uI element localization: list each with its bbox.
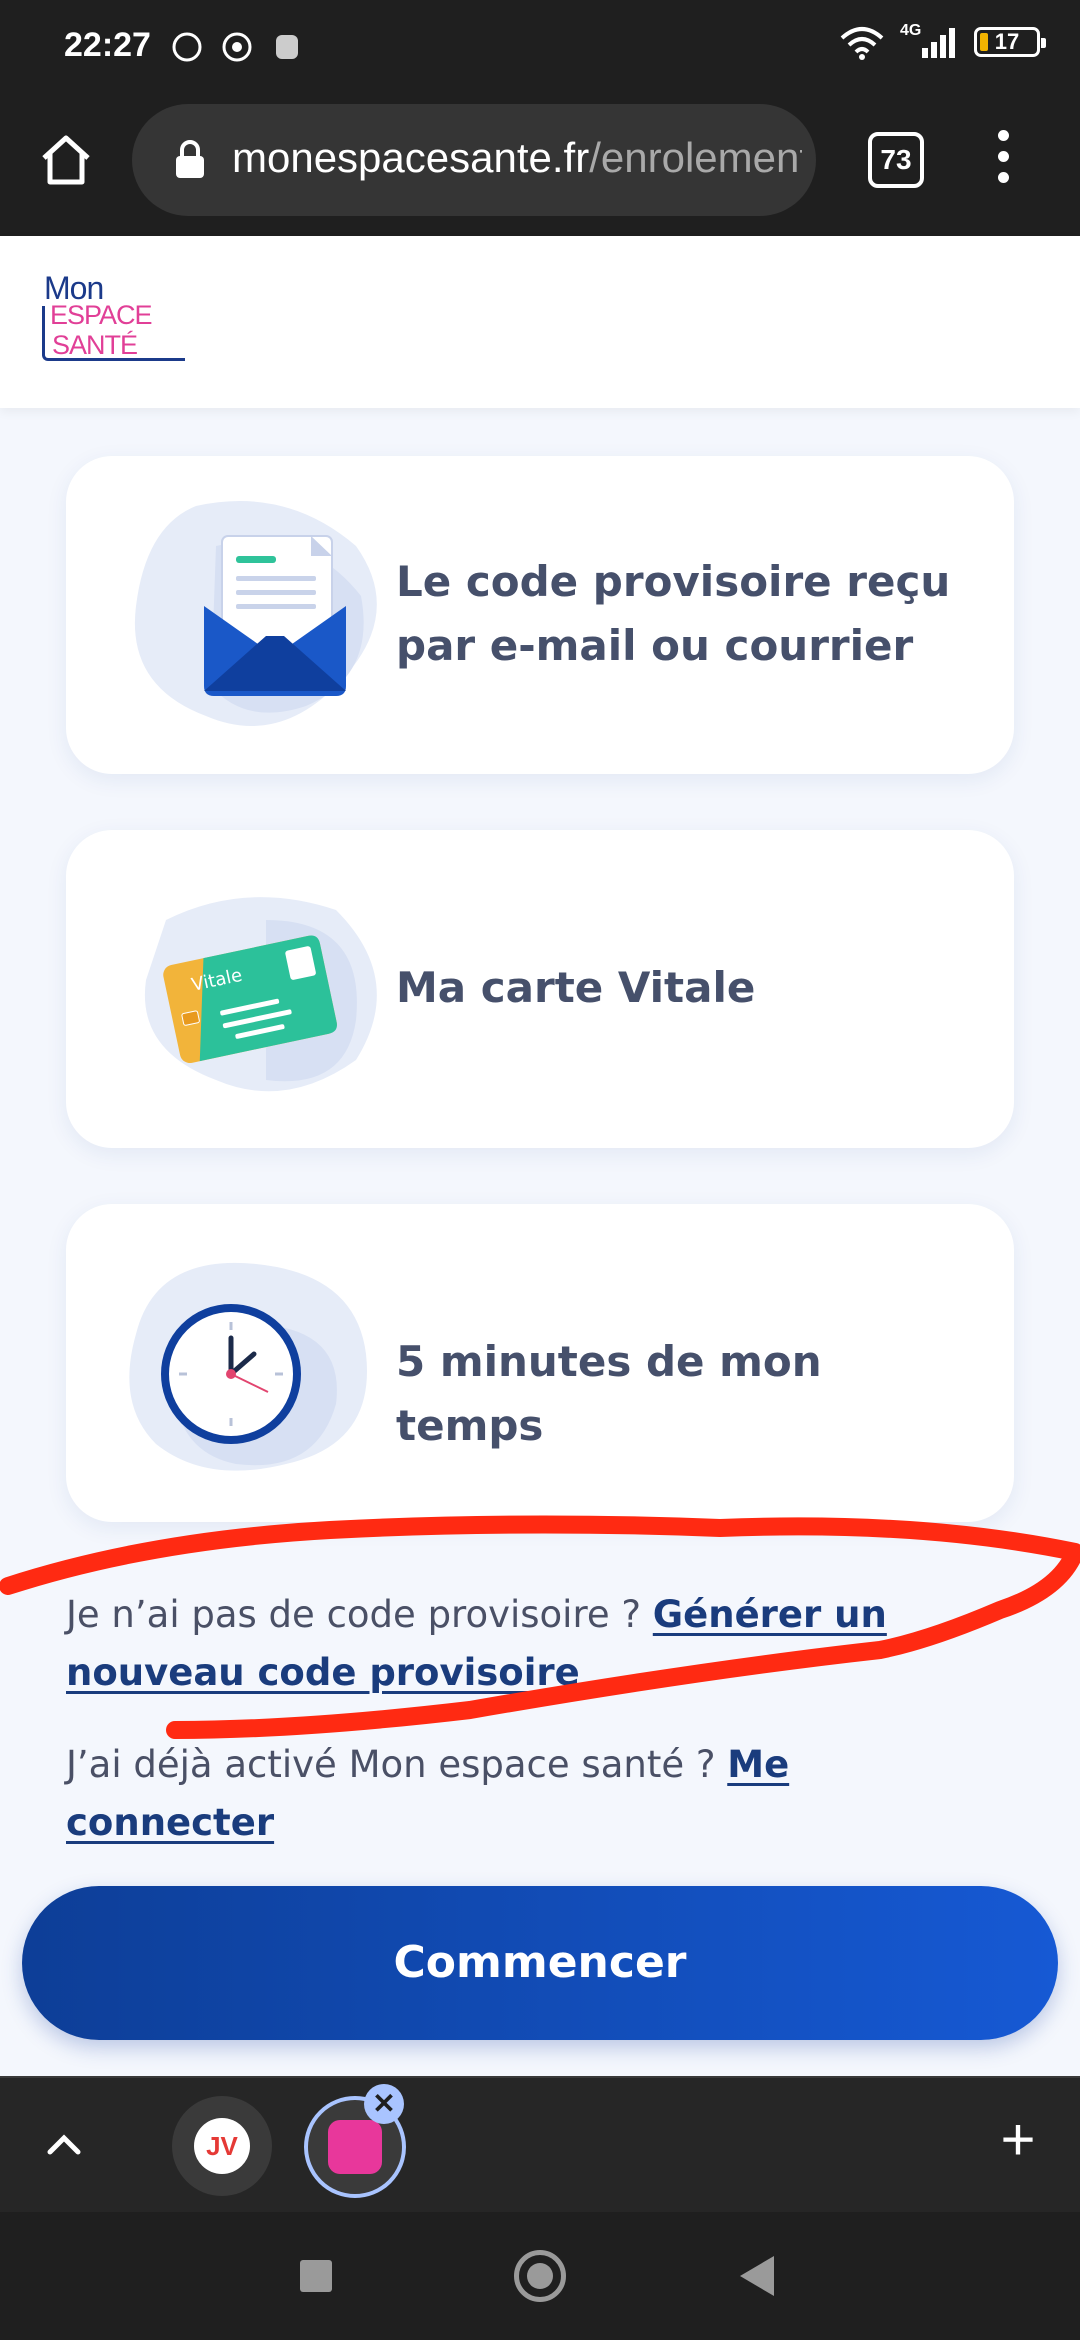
- jv-favicon: JV: [194, 2118, 250, 2174]
- url-host: monespacesante.fr: [232, 134, 590, 181]
- url-path: /enrolement: [589, 134, 802, 181]
- logo-line2: ESPACE: [50, 300, 153, 330]
- close-tab-icon[interactable]: ✕: [364, 2084, 404, 2124]
- url-text: monespacesante.fr/enrolement: [232, 134, 802, 182]
- status-right: 4G 17: [838, 22, 1046, 60]
- card-text: 5 minutes de mon temps: [396, 1337, 822, 1450]
- status-time: 22:27: [64, 26, 151, 64]
- vitale-card-icon: Vitale: [144, 897, 377, 1092]
- recents-icon[interactable]: [300, 2260, 332, 2292]
- browser-toolbar: monespacesante.fr/enrolement 73: [0, 96, 1080, 236]
- status-bar: 22:27 4G 17: [0, 0, 1080, 96]
- start-button[interactable]: Commencer: [22, 1886, 1058, 2040]
- notification-icon: [270, 30, 304, 64]
- tab-switcher-button[interactable]: 73: [868, 132, 924, 188]
- site-header: Mon ESPACE SANTÉ: [0, 236, 1080, 408]
- back-icon[interactable]: [740, 2256, 774, 2296]
- notification-icon: [220, 30, 254, 64]
- already-active-info: J’ai déjà activé Mon espace santé ? Me c…: [66, 1736, 1006, 1852]
- wifi-icon: [840, 27, 884, 60]
- home-button[interactable]: [34, 128, 98, 192]
- system-nav-bar: [0, 2212, 1080, 2340]
- battery-level: 17: [994, 29, 1020, 54]
- mon-espace-sante-favicon: [328, 2120, 382, 2174]
- signal-icon: 4G: [900, 22, 960, 60]
- requirement-card-time: 5 minutes de mon temps: [66, 1204, 1014, 1522]
- more-menu-icon[interactable]: [994, 130, 1012, 190]
- url-bar[interactable]: monespacesante.fr/enrolement: [132, 104, 816, 216]
- nav-home-icon[interactable]: [514, 2250, 566, 2302]
- envelope-icon: [134, 501, 377, 726]
- clock-icon: [129, 1262, 367, 1471]
- card-text: Le code provisoire reçu par e-mail ou co…: [396, 557, 951, 670]
- no-code-info: Je n’ai pas de code provisoire ? Générer…: [66, 1586, 1006, 1702]
- home-icon: [42, 135, 90, 185]
- requirement-card-code: Le code provisoire reçu par e-mail ou co…: [66, 456, 1014, 774]
- lock-icon: [176, 140, 204, 178]
- expand-tab-group-icon[interactable]: [42, 2122, 86, 2166]
- card-text: Ma carte Vitale: [396, 963, 756, 1012]
- notification-icon: [170, 30, 204, 64]
- already-active-text: J’ai déjà activé Mon espace santé ?: [66, 1743, 728, 1786]
- battery-icon: 17: [974, 27, 1046, 57]
- mon-espace-sante-logo[interactable]: Mon ESPACE SANTÉ: [42, 270, 185, 364]
- tab-jv[interactable]: JV: [172, 2096, 272, 2196]
- logo-line3: SANTÉ: [52, 330, 138, 360]
- tab-group-bar: JV ✕ +: [0, 2076, 1080, 2212]
- no-code-text: Je n’ai pas de code provisoire ?: [66, 1593, 653, 1636]
- requirement-card-vitale: Vitale Ma carte Vitale: [66, 830, 1014, 1148]
- notification-icons: [170, 30, 304, 64]
- new-tab-icon[interactable]: +: [988, 2110, 1048, 2170]
